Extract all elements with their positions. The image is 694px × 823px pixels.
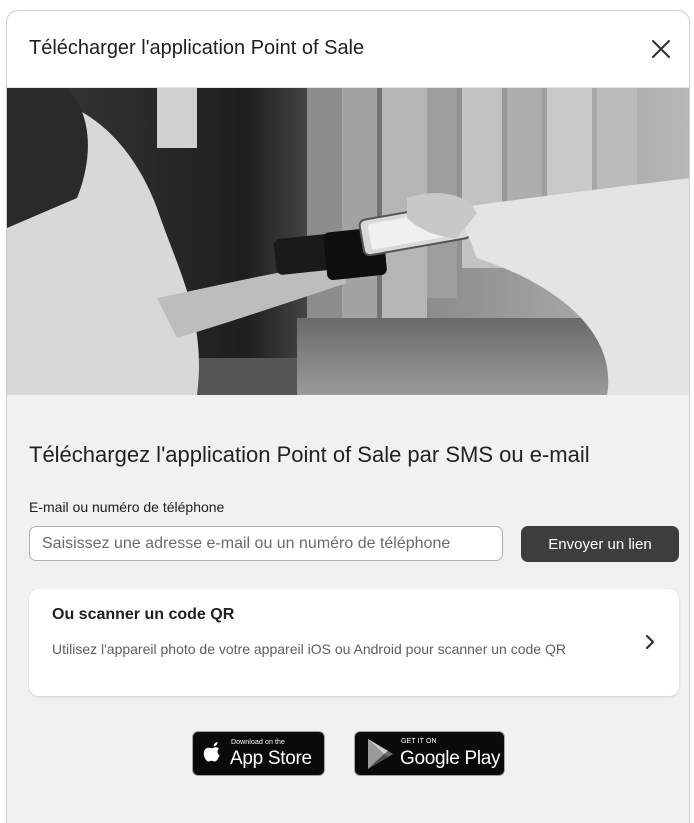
- google-play-badge[interactable]: GET IT ON Google Play: [354, 731, 505, 776]
- hero-image: [7, 88, 689, 395]
- google-play-big-text: Google Play: [400, 748, 501, 769]
- chevron-right-icon: [645, 634, 655, 650]
- app-store-badge[interactable]: Download on the App Store: [192, 731, 325, 776]
- modal-title: Télécharger l'application Point of Sale: [29, 37, 365, 59]
- contact-field-label: E-mail ou numéro de téléphone: [29, 499, 225, 515]
- section-title: Téléchargez l'application Point of Sale …: [29, 442, 590, 467]
- contact-input[interactable]: [29, 526, 503, 561]
- google-play-icon: [368, 739, 393, 769]
- app-store-big-text: App Store: [230, 748, 312, 769]
- download-app-modal: Télécharger l'application Point of Sale: [6, 10, 690, 823]
- qr-card-title: Ou scanner un code QR: [52, 606, 235, 623]
- app-store-small-text: Download on the: [231, 739, 286, 746]
- modal-header: Télécharger l'application Point of Sale: [7, 11, 689, 88]
- send-link-button[interactable]: Envoyer un lien: [521, 526, 679, 562]
- qr-card-description: Utilisez l'appareil photo de votre appar…: [52, 641, 566, 657]
- payment-photo: [7, 88, 689, 395]
- close-icon: [652, 40, 670, 58]
- scan-qr-card[interactable]: Ou scanner un code QR Utilisez l'apparei…: [29, 589, 679, 696]
- close-button[interactable]: [647, 35, 675, 63]
- google-play-small-text: GET IT ON: [401, 738, 437, 745]
- apple-icon: [203, 742, 220, 762]
